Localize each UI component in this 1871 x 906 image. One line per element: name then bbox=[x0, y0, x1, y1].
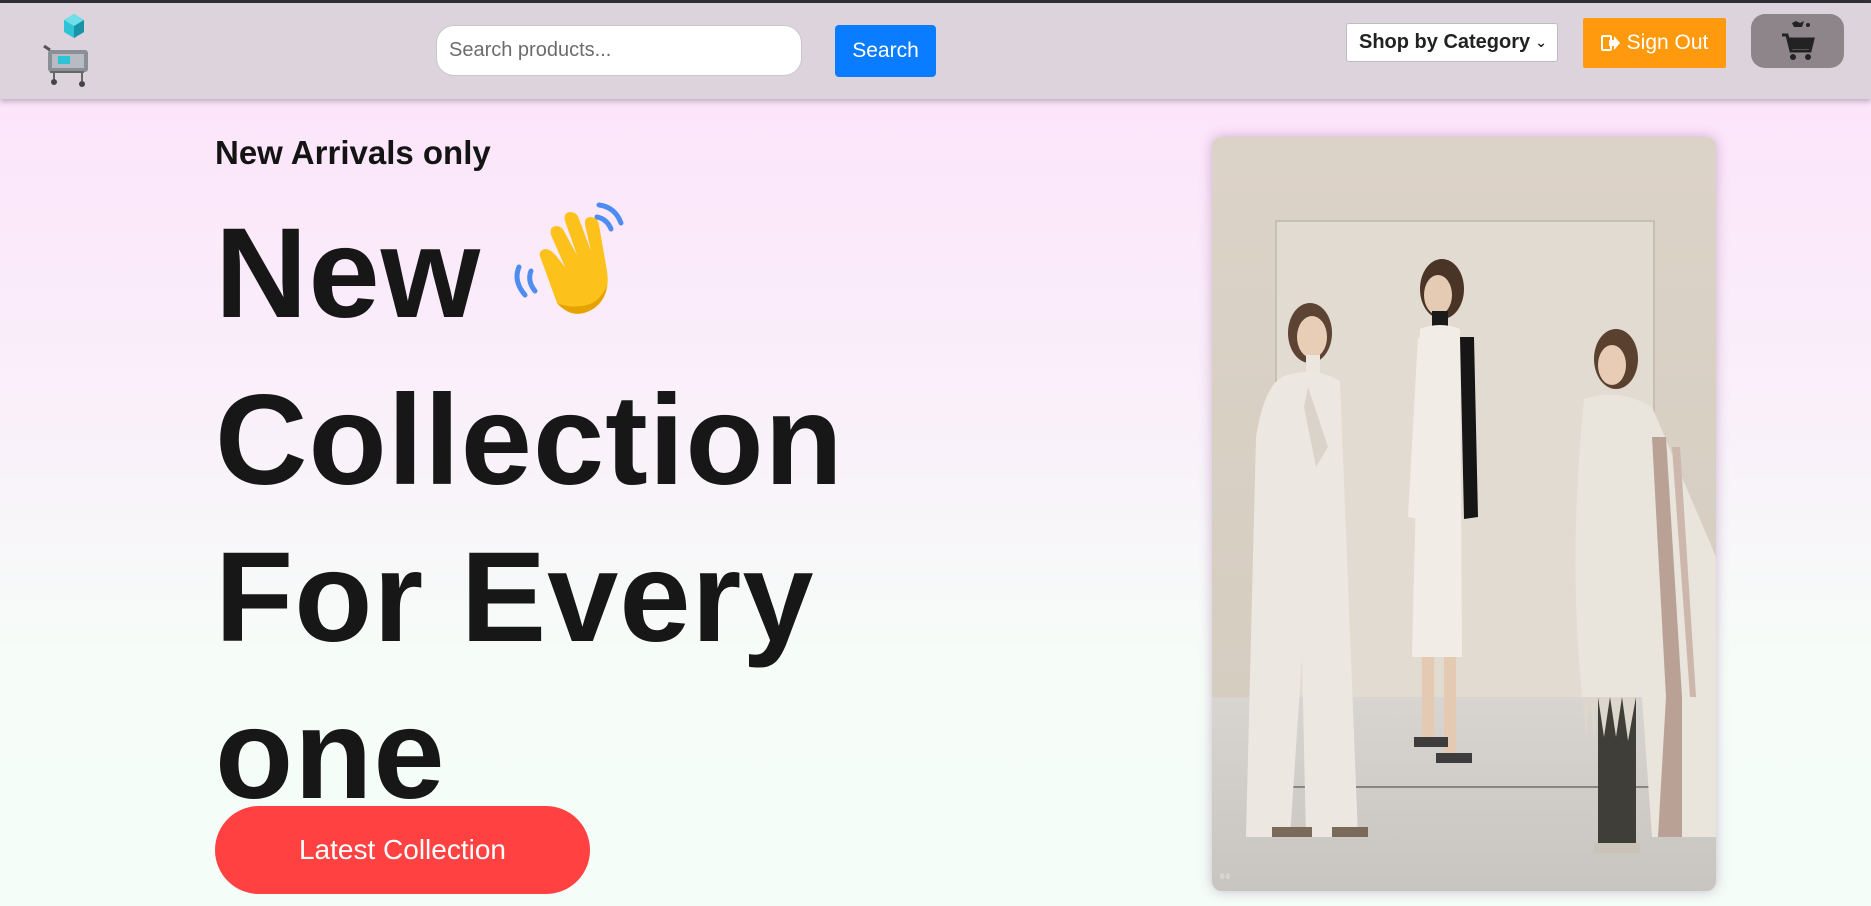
category-select-value: Shop by Category bbox=[1359, 31, 1531, 53]
sign-out-label: Sign Out bbox=[1626, 31, 1709, 54]
svg-text:ll·ll: ll·ll bbox=[1220, 873, 1230, 881]
cart-button[interactable] bbox=[1751, 14, 1844, 68]
hero-title: New Collection For Every one bbox=[215, 195, 935, 833]
chevron-down-icon: ⌄ bbox=[1535, 34, 1547, 50]
hero-kicker: New Arrivals only bbox=[215, 134, 491, 171]
sign-out-icon bbox=[1600, 35, 1620, 51]
hero-title-line-3: For Every bbox=[215, 525, 815, 669]
shop-by-category-select[interactable]: Shop by Category ⌄ bbox=[1346, 23, 1558, 62]
logo[interactable] bbox=[42, 12, 98, 92]
hero-title-line-1: New bbox=[215, 195, 935, 362]
shopping-cart-icon bbox=[1781, 21, 1815, 60]
shopping-cart-cube-logo-icon bbox=[43, 14, 88, 87]
latest-collection-button[interactable]: Latest Collection bbox=[215, 806, 590, 894]
sign-out-button[interactable]: Sign Out bbox=[1583, 18, 1726, 68]
navbar: Search Shop by Category ⌄ Sign Out bbox=[0, 3, 1871, 99]
hero-fashion-image: ll·ll bbox=[1212, 137, 1716, 891]
hero-title-word-new: New bbox=[215, 202, 482, 345]
waving-hand-icon bbox=[507, 195, 629, 352]
hero-title-line-2: Collection bbox=[215, 368, 844, 512]
fashion-models-photo: ll·ll bbox=[1212, 137, 1716, 891]
search-button[interactable]: Search bbox=[835, 25, 936, 77]
search-input[interactable] bbox=[436, 25, 802, 76]
